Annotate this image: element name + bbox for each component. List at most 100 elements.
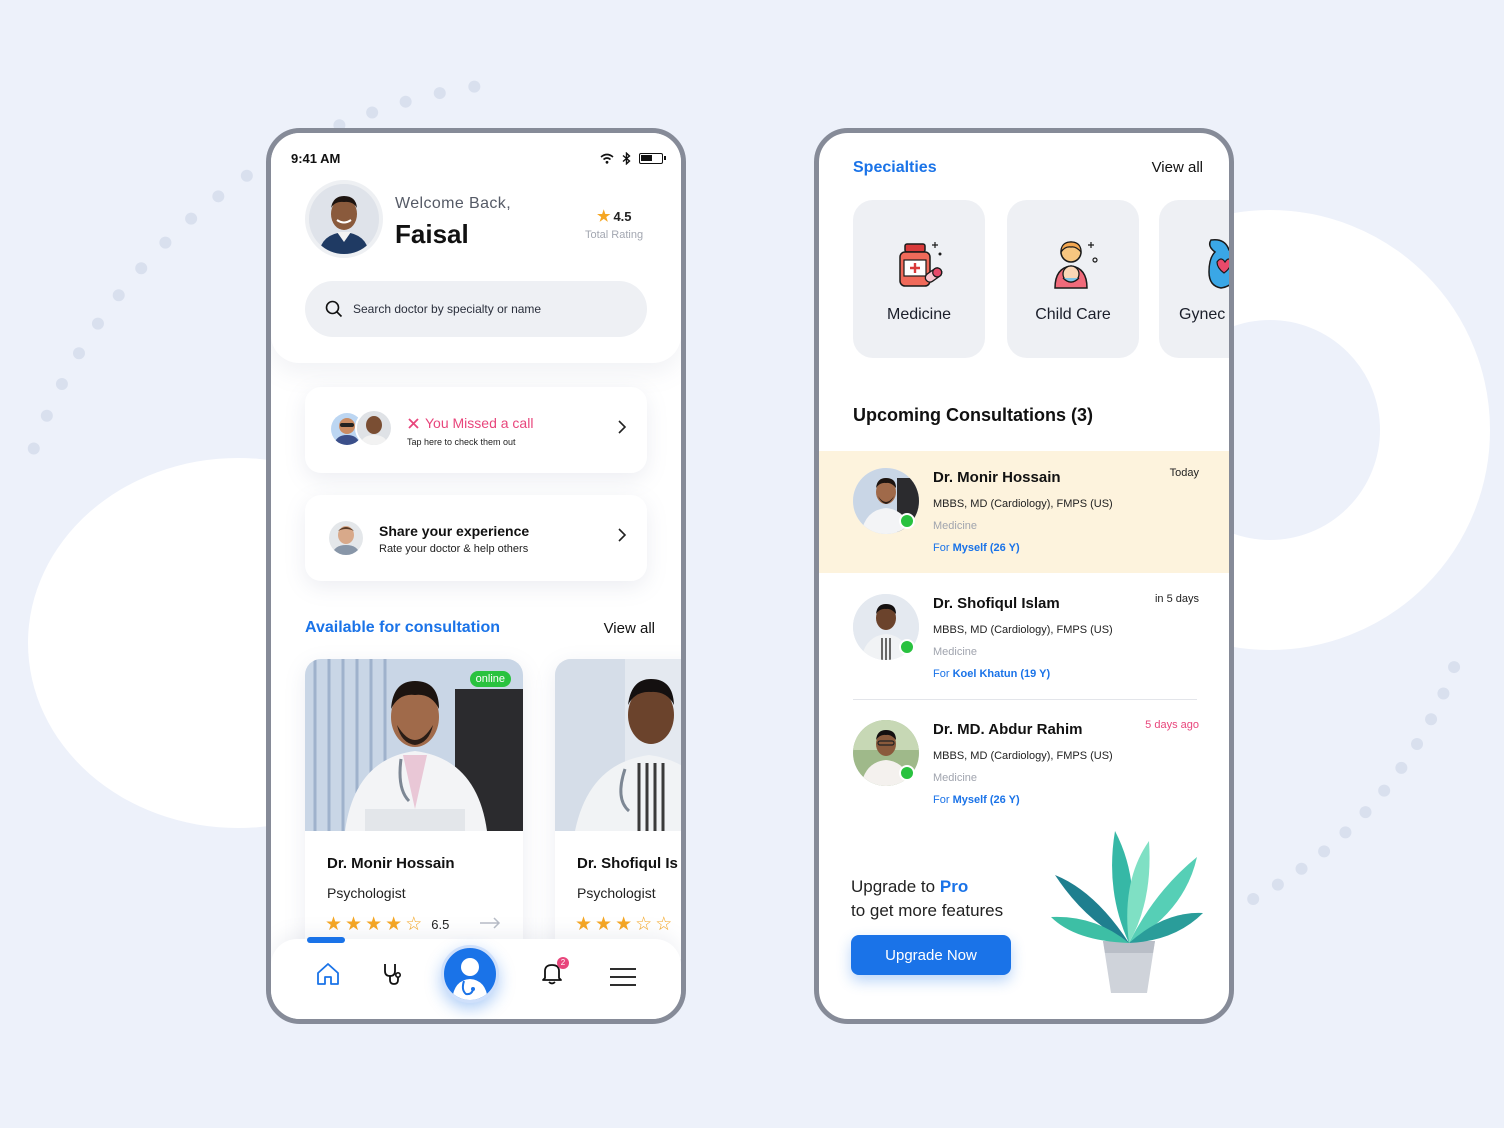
patient-info: For Myself (26 Y) — [933, 794, 1020, 806]
consultation-item[interactable]: Dr. Monir Hossain MBBS, MD (Cardiology),… — [819, 451, 1229, 573]
doctor-name: Dr. Monir Hossain — [327, 855, 455, 872]
doctor-icon[interactable] — [441, 945, 499, 1003]
background-dot — [1425, 713, 1438, 726]
background-dot — [240, 169, 253, 182]
divider — [853, 699, 1197, 700]
patient-name: Myself (26 Y) — [952, 542, 1020, 554]
gynecology-icon — [1208, 238, 1229, 289]
consultation-item[interactable]: Dr. MD. Abdur Rahim MBBS, MD (Cardiology… — [819, 703, 1229, 825]
background-dot — [1378, 784, 1391, 797]
search-icon — [325, 300, 343, 318]
doctor-card[interactable]: Dr. Shofiqul Is Psychologist ★ ★ ★ ☆ ☆ — [555, 659, 681, 959]
doctor-degree: MBBS, MD (Cardiology), FMPS (US) — [933, 624, 1113, 636]
welcome-text: Welcome Back, — [395, 195, 512, 212]
background-dot — [399, 95, 412, 108]
specialty-label: Child Care — [1035, 306, 1111, 323]
missed-call-card[interactable]: You Missed a call Tap here to check them… — [305, 387, 647, 473]
doctor-specialty: Medicine — [933, 646, 978, 658]
doctor-name: Dr. Monir Hossain — [933, 469, 1061, 486]
background-dot — [159, 236, 172, 249]
view-all-link[interactable]: View all — [604, 620, 655, 637]
background-dot — [366, 106, 379, 119]
background-dot — [72, 347, 85, 360]
chevron-right-icon — [618, 420, 627, 434]
bottom-nav: 2 — [271, 937, 681, 1019]
specialty-label: Medicine — [886, 306, 952, 323]
star-icon: ★ — [615, 914, 633, 935]
star-icon: ★ — [575, 914, 593, 935]
missed-call-title: You Missed a call — [407, 415, 533, 431]
doctor-specialty: Psychologist — [577, 885, 656, 901]
background-dot — [1271, 878, 1284, 891]
share-experience-card[interactable]: Share your experience Rate your doctor &… — [305, 495, 647, 581]
user-avatar[interactable] — [305, 180, 383, 258]
specialties-header: Specialties View all — [853, 159, 1203, 177]
background-dot — [1359, 806, 1372, 819]
star-icon: ★ — [595, 914, 613, 935]
notification-button[interactable]: 2 — [541, 957, 569, 985]
doctor-card[interactable]: online Dr. Monir Hossain Psychologist ★ … — [305, 659, 523, 959]
star-icon: ★ — [365, 914, 383, 935]
stethoscope-icon[interactable] — [379, 961, 405, 987]
doctor-name: Dr. Shofiqul Islam — [933, 595, 1060, 612]
missed-call-icon — [408, 417, 419, 429]
online-status-dot — [899, 639, 915, 655]
doctor-degree: MBBS, MD (Cardiology), FMPS (US) — [933, 498, 1113, 510]
background-dot — [1318, 845, 1331, 858]
patient-name: Myself (26 Y) — [952, 794, 1020, 806]
specialty-tile-child-care[interactable]: Child Care — [1007, 200, 1139, 358]
user-name: Faisal — [395, 219, 469, 249]
half-star-icon: ☆ — [405, 914, 423, 935]
view-all-link[interactable]: View all — [1152, 159, 1203, 177]
doctor-rating: ★ ★ ★ ★ ☆ 6.5 — [325, 913, 449, 936]
specialty-tile-gynecology[interactable]: Gynec — [1159, 200, 1229, 358]
background-dot — [433, 87, 446, 100]
available-title: Available for consultation — [305, 619, 500, 636]
battery-icon — [639, 152, 666, 164]
search-bar[interactable] — [305, 281, 647, 337]
doctor-rating: ★ ★ ★ ☆ ☆ — [575, 913, 672, 936]
phone-consultations-screen: Specialties View all Medicine Child Care — [814, 128, 1234, 1024]
patient-name: Koel Khatun (19 Y) — [952, 668, 1051, 680]
background-dot — [468, 80, 481, 93]
upcoming-title: Upcoming Consultations (3) — [853, 405, 1093, 425]
consultation-time: in 5 days — [1154, 593, 1199, 605]
status-time: 9:41 AM — [291, 150, 341, 166]
background-dot — [212, 190, 225, 203]
half-star-icon: ☆ — [635, 914, 653, 935]
background-dot — [1437, 687, 1450, 700]
background-dot — [55, 378, 68, 391]
doctor-specialty: Medicine — [933, 772, 978, 784]
doctor-degree: MBBS, MD (Cardiology), FMPS (US) — [933, 750, 1113, 762]
rating-value: 4.5 — [613, 208, 632, 224]
doctor-avatar — [327, 519, 365, 557]
search-input[interactable] — [353, 302, 633, 316]
background-dot — [1395, 761, 1408, 774]
background-dot — [91, 317, 104, 330]
caller-avatar — [355, 409, 393, 447]
for-prefix: For — [933, 668, 950, 680]
arrow-right-icon[interactable] — [479, 917, 501, 929]
status-bar: 9:41 AM — [291, 150, 666, 166]
patient-info: For Koel Khatun (19 Y) — [933, 668, 1050, 680]
consultation-item[interactable]: Dr. Shofiqul Islam MBBS, MD (Cardiology)… — [819, 577, 1229, 699]
bluetooth-icon — [622, 151, 631, 165]
patient-info: For Myself (26 Y) — [933, 542, 1020, 554]
background-dot — [1339, 826, 1352, 839]
menu-icon[interactable] — [609, 967, 637, 987]
online-status-dot — [899, 513, 915, 529]
star-icon: ★ — [385, 914, 403, 935]
home-icon[interactable] — [315, 961, 341, 987]
background-dot — [1247, 892, 1260, 905]
chevron-right-icon — [618, 528, 627, 542]
share-title: Share your experience — [379, 523, 530, 539]
upgrade-now-button[interactable]: Upgrade Now — [851, 935, 1011, 975]
specialty-tile-medicine[interactable]: Medicine — [853, 200, 985, 358]
total-rating: ★ 4.5 — [597, 207, 632, 225]
upgrade-subtext: to get more features — [851, 901, 1004, 920]
missed-call-label: You Missed a call — [425, 415, 534, 431]
background-dot — [1448, 661, 1461, 674]
star-icon: ☆ — [655, 914, 673, 935]
wifi-icon — [600, 153, 614, 164]
consultation-time: 5 days ago — [1145, 719, 1199, 731]
